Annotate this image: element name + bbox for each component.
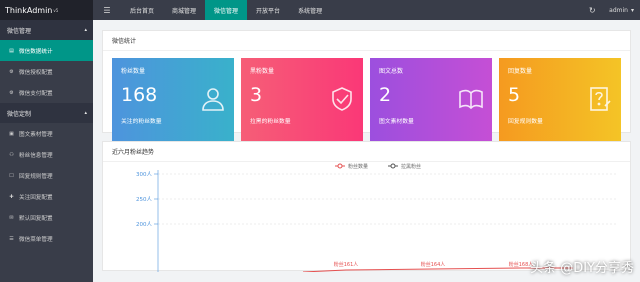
stat-label: 图文总数	[379, 68, 404, 75]
stat-label: 回复数量	[508, 68, 533, 75]
stat-card-blacklist: 黑粉数量 3 拉黑的粉丝数量	[241, 58, 363, 146]
stat-card-fans: 粉丝数量 168 关注的粉丝数量	[112, 58, 234, 146]
stats-title: 微信统计	[103, 31, 630, 51]
user-menu[interactable]: admin ▾	[603, 0, 640, 20]
sidebar-item-label: 粉丝信息管理	[19, 152, 53, 159]
y-tick-label: 300人	[136, 171, 152, 178]
main-content: 微信统计 粉丝数量 168 关注的粉丝数量 黑粉数量 3 拉黑的粉丝数量 图文总…	[93, 20, 640, 282]
sidebar-item-fans[interactable]: ⚇ 粉丝信息管理	[0, 144, 93, 165]
stat-desc: 拉黑的粉丝数量	[250, 119, 291, 125]
sidebar-item-label: 微信数据统计	[19, 48, 53, 55]
sidebar-item-label: 微信支付配置	[19, 90, 53, 97]
sidebar-group-wechat[interactable]: 微信管理 ▴	[0, 20, 93, 40]
stat-card-replies: 回复数量 5 回复规则数量	[499, 58, 621, 146]
tab-open-platform[interactable]: 开放平台	[247, 0, 289, 20]
stat-label: 粉丝数量	[121, 68, 146, 75]
menu-icon[interactable]: ☰	[93, 0, 121, 20]
legend-label: 粉丝数量	[348, 163, 368, 170]
sidebar-item-stats[interactable]: ▤ 微信数据统计	[0, 40, 93, 61]
chevron-up-icon: ▴	[84, 110, 87, 116]
reply-icon: ☐	[9, 172, 14, 179]
top-header: ThinkAdmin v5 ☰ 后台首页 商城管理 微信管理 开放平台 系统管理 …	[0, 0, 640, 20]
stat-label: 黑粉数量	[250, 68, 275, 75]
stat-desc: 图文素材数量	[379, 119, 414, 125]
y-tick-label: 250人	[136, 196, 152, 203]
chevron-up-icon: ▴	[84, 27, 87, 33]
message-icon: ✉	[9, 214, 14, 221]
legend-marker	[390, 163, 396, 169]
folder-icon: ▣	[9, 130, 14, 137]
brand-version: v5	[53, 7, 59, 13]
sidebar-item-label: 微信菜单管理	[19, 236, 53, 243]
sidebar: 微信管理 ▴ ▤ 微信数据统计 ⚙ 微信授权配置 ⚙ 微信支付配置 微信定制 ▴…	[0, 20, 93, 282]
sidebar-item-pay-config[interactable]: ⚙ 微信支付配置	[0, 82, 93, 103]
stat-desc: 回复规则数量	[508, 119, 543, 125]
tab-mall[interactable]: 商城管理	[163, 0, 205, 20]
plus-icon: ✚	[9, 193, 14, 200]
stats-panel: 微信统计 粉丝数量 168 关注的粉丝数量 黑粉数量 3 拉黑的粉丝数量 图文总…	[102, 30, 631, 146]
app-root: ThinkAdmin v5 ☰ 后台首页 商城管理 微信管理 开放平台 系统管理 …	[0, 0, 640, 282]
refresh-icon[interactable]: ↻	[581, 0, 603, 20]
sidebar-group-label: 微信定制	[7, 110, 32, 118]
trend-title: 近六月粉丝趋势	[103, 142, 630, 162]
user-name: admin	[609, 6, 628, 14]
sidebar-item-menu[interactable]: ☰ 微信菜单管理	[0, 228, 93, 249]
sidebar-item-label: 图文素材管理	[19, 131, 53, 138]
legend-marker	[337, 163, 343, 169]
brand-name: ThinkAdmin	[5, 5, 53, 15]
tab-system[interactable]: 系统管理	[289, 0, 331, 20]
trend-line-chart: 粉丝数量 拉黑粉丝300人250人200人粉丝161人 粉丝164人 粉丝168人	[136, 163, 618, 272]
top-nav: ☰ 后台首页 商城管理 微信管理 开放平台 系统管理 ↻ admin ▾	[93, 0, 640, 20]
sidebar-item-auth-config[interactable]: ⚙ 微信授权配置	[0, 61, 93, 82]
sidebar-item-news[interactable]: ▣ 图文素材管理	[0, 123, 93, 144]
sidebar-item-label: 微信授权配置	[19, 69, 53, 76]
sidebar-item-label: 关注回复配置	[19, 194, 53, 201]
stats-cards: 粉丝数量 168 关注的粉丝数量 黑粉数量 3 拉黑的粉丝数量 图文总数 2 图…	[103, 51, 630, 153]
stat-desc: 关注的粉丝数量	[121, 119, 162, 125]
gear-icon: ⚙	[9, 68, 14, 75]
user-icon	[202, 88, 224, 111]
brand-logo[interactable]: ThinkAdmin v5	[0, 0, 93, 20]
data-label: 粉丝164人	[421, 261, 446, 268]
legend-label: 拉黑粉丝	[401, 163, 421, 170]
chart-icon: ▤	[9, 47, 14, 54]
user-icon: ⚇	[9, 151, 14, 158]
shield-check-icon	[332, 87, 352, 111]
sidebar-group-custom[interactable]: 微信定制 ▴	[0, 103, 93, 123]
sidebar-group-label: 微信管理	[7, 27, 32, 35]
sidebar-item-reply-rules[interactable]: ☐ 回复规则管理	[0, 165, 93, 186]
sidebar-item-default-reply[interactable]: ✉ 默认回复配置	[0, 207, 93, 228]
stat-card-news: 图文总数 2 图文素材数量	[370, 58, 492, 146]
tab-wechat[interactable]: 微信管理	[205, 0, 248, 20]
sidebar-item-subscribe-reply[interactable]: ✚ 关注回复配置	[0, 186, 93, 207]
y-tick-label: 200人	[136, 221, 152, 228]
sidebar-item-label: 默认回复配置	[19, 215, 53, 222]
sidebar-item-label: 回复规则管理	[19, 173, 53, 180]
gear-icon: ⚙	[9, 89, 14, 96]
list-icon: ☰	[9, 235, 14, 242]
edit-doc-icon	[590, 87, 611, 111]
book-icon	[459, 89, 483, 110]
chevron-down-icon: ▾	[630, 6, 634, 14]
data-label: 粉丝161人	[334, 261, 359, 268]
tab-home[interactable]: 后台首页	[121, 0, 163, 20]
trend-panel: 近六月粉丝趋势 粉丝数量 拉黑粉丝 300人 250人 200人粉丝161人 粉丝164人…	[102, 141, 631, 272]
watermark: 头条 @DIY分享秀	[530, 261, 634, 276]
